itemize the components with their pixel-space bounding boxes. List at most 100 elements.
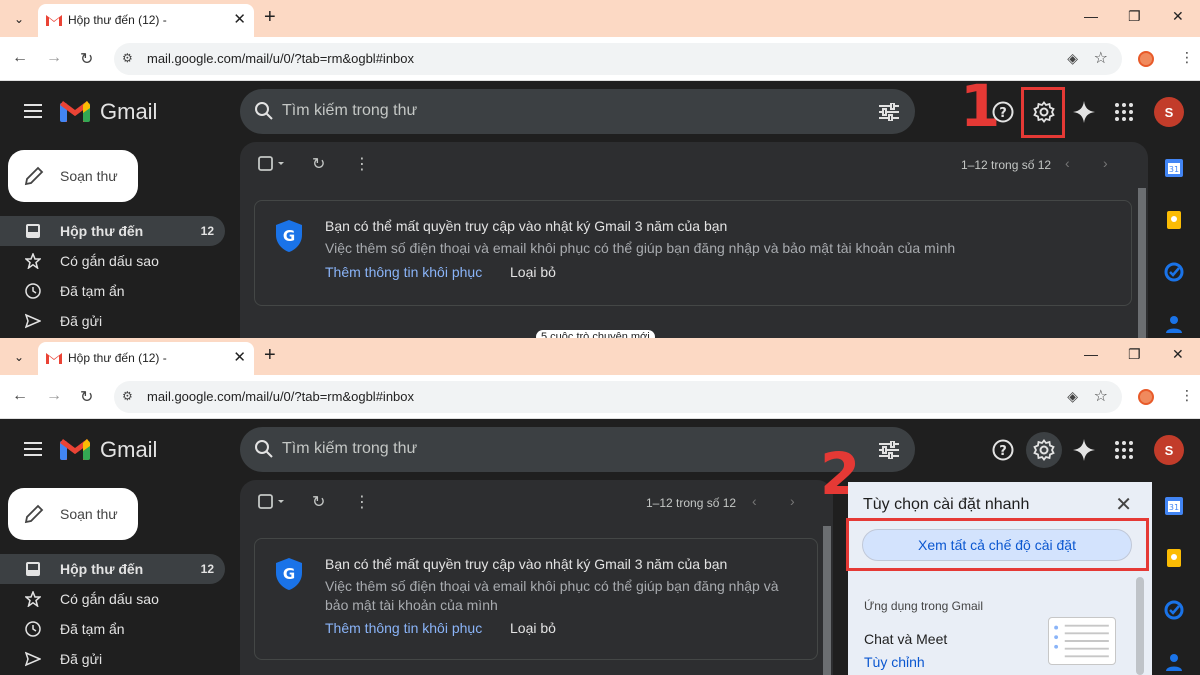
sidebar-item-inbox[interactable]: Hộp thư đến 12 — [0, 216, 225, 246]
apps-grid-icon[interactable] — [1113, 439, 1135, 461]
search-icon[interactable] — [254, 101, 274, 121]
scrollbar[interactable] — [1138, 188, 1146, 338]
apps-section-heading: Ứng dụng trong Gmail — [864, 599, 983, 613]
sidebar-item-sent[interactable]: Đã gửi — [0, 306, 225, 336]
calendar-icon[interactable]: 31 — [1164, 158, 1184, 178]
back-icon[interactable]: ← — [12, 387, 28, 405]
select-all-checkbox[interactable] — [258, 494, 288, 510]
notice-title: Bạn có thể mất quyền truy cập vào nhật k… — [325, 556, 728, 572]
contacts-icon[interactable] — [1164, 652, 1184, 672]
maximize-icon[interactable]: ❐ — [1128, 346, 1141, 363]
close-icon[interactable]: ✕ — [1115, 492, 1132, 517]
sidebar-item-inbox[interactable]: Hộp thư đến 12 — [0, 554, 225, 584]
sidebar-item-label: Có gắn dấu sao — [60, 591, 159, 607]
keep-icon[interactable] — [1164, 548, 1184, 568]
search-bar[interactable]: Tìm kiếm trong thư — [240, 89, 915, 134]
search-options-icon[interactable] — [879, 103, 899, 121]
site-info-icon[interactable]: ⚙ — [122, 51, 133, 65]
sidebar-item-snoozed[interactable]: Đã tạm ẩn — [0, 276, 225, 306]
bookmark-star-icon[interactable]: ☆ — [1094, 48, 1108, 68]
browser-menu-icon[interactable]: ⋮ — [1180, 49, 1194, 66]
add-recovery-info-link[interactable]: Thêm thông tin khôi phục — [325, 620, 482, 636]
help-icon[interactable]: ? — [992, 439, 1014, 461]
sidebar-item-label: Có gắn dấu sao — [60, 253, 159, 269]
sidebar-item-label: Đã gửi — [60, 651, 103, 667]
help-icon[interactable]: ? — [992, 101, 1014, 123]
more-options-icon[interactable]: ⋮ — [354, 154, 370, 174]
browser-tab[interactable]: Hộp thư đến (12) - ✕ — [38, 342, 254, 375]
lens-icon[interactable]: ◈ — [1067, 50, 1078, 67]
dismiss-button[interactable]: Loại bỏ — [510, 620, 556, 636]
recovery-notice-card: G Bạn có thể mất quyền truy cập vào nhật… — [254, 200, 1132, 306]
notice-title: Bạn có thể mất quyền truy cập vào nhật k… — [325, 218, 728, 234]
sidebar-item-sent[interactable]: Đã gửi — [0, 644, 225, 674]
window-close-icon[interactable]: ✕ — [1172, 346, 1184, 363]
add-recovery-info-link[interactable]: Thêm thông tin khôi phục — [325, 264, 482, 280]
keep-icon[interactable] — [1164, 210, 1184, 230]
dismiss-button[interactable]: Loại bỏ — [510, 264, 556, 280]
account-avatar[interactable]: S — [1154, 97, 1184, 127]
gemini-sparkle-icon[interactable] — [1073, 101, 1095, 123]
omnibox[interactable]: ⚙ mail.google.com/mail/u/0/?tab=rm&ogbl#… — [114, 381, 1122, 413]
customize-link[interactable]: Tùy chỉnh — [864, 654, 925, 670]
search-bar[interactable]: Tìm kiếm trong thư — [240, 427, 915, 472]
refresh-icon[interactable]: ↻ — [312, 492, 325, 512]
svg-text:?: ? — [999, 106, 1007, 121]
tab-search-icon[interactable]: ⌄ — [8, 8, 30, 30]
compose-button[interactable]: Soạn thư — [8, 150, 138, 202]
next-page-icon[interactable]: › — [790, 493, 795, 509]
extension-icon[interactable] — [1138, 51, 1154, 67]
tab-close-icon[interactable]: ✕ — [233, 10, 246, 28]
browser-tab[interactable]: Hộp thư đến (12) - ✕ — [38, 4, 254, 37]
window-close-icon[interactable]: ✕ — [1172, 8, 1184, 25]
tasks-icon[interactable] — [1164, 262, 1184, 282]
back-icon[interactable]: ← — [12, 49, 28, 67]
browser-menu-icon[interactable]: ⋮ — [1180, 387, 1194, 404]
reload-icon[interactable]: ↻ — [80, 387, 93, 407]
scrollbar[interactable] — [823, 526, 831, 675]
tab-title: Hộp thư đến (12) - — [68, 351, 167, 365]
prev-page-icon[interactable]: ‹ — [1065, 155, 1070, 171]
minimize-icon[interactable]: — — [1084, 346, 1098, 362]
search-options-icon[interactable] — [879, 441, 899, 459]
panel-scrollbar[interactable] — [1136, 577, 1144, 675]
extension-icon[interactable] — [1138, 389, 1154, 405]
new-tab-button[interactable]: + — [264, 6, 276, 29]
prev-page-icon[interactable]: ‹ — [752, 493, 757, 509]
search-icon[interactable] — [254, 439, 274, 459]
settings-gear-icon[interactable] — [1033, 439, 1055, 461]
gmail-logo-text: Gmail — [100, 437, 158, 462]
gemini-sparkle-icon[interactable] — [1073, 439, 1095, 461]
url-text: mail.google.com/mail/u/0/?tab=rm&ogbl#in… — [147, 51, 415, 66]
omnibox[interactable]: ⚙ mail.google.com/mail/u/0/?tab=rm&ogbl#… — [114, 43, 1122, 75]
reload-icon[interactable]: ↻ — [80, 49, 93, 69]
maximize-icon[interactable]: ❐ — [1128, 8, 1141, 25]
tasks-icon[interactable] — [1164, 600, 1184, 620]
compose-label: Soạn thư — [60, 506, 118, 522]
minimize-icon[interactable]: — — [1084, 8, 1098, 24]
select-all-checkbox[interactable] — [258, 156, 288, 172]
main-menu-icon[interactable] — [24, 442, 42, 456]
main-menu-icon[interactable] — [24, 104, 42, 118]
account-avatar[interactable]: S — [1154, 435, 1184, 465]
new-tab-button[interactable]: + — [264, 344, 276, 367]
sidebar-item-starred[interactable]: Có gắn dấu sao — [0, 584, 225, 614]
url-text: mail.google.com/mail/u/0/?tab=rm&ogbl#in… — [147, 389, 415, 404]
svg-text:31: 31 — [1169, 503, 1179, 512]
forward-icon[interactable]: → — [46, 49, 62, 67]
forward-icon[interactable]: → — [46, 387, 62, 405]
refresh-icon[interactable]: ↻ — [312, 154, 325, 174]
sidebar-item-snoozed[interactable]: Đã tạm ẩn — [0, 614, 225, 644]
contacts-icon[interactable] — [1164, 314, 1184, 334]
more-options-icon[interactable]: ⋮ — [354, 492, 370, 512]
compose-button[interactable]: Soạn thư — [8, 488, 138, 540]
site-info-icon[interactable]: ⚙ — [122, 389, 133, 403]
tab-close-icon[interactable]: ✕ — [233, 348, 246, 366]
tab-search-icon[interactable]: ⌄ — [8, 346, 30, 368]
next-page-icon[interactable]: › — [1103, 155, 1108, 171]
apps-grid-icon[interactable] — [1113, 101, 1135, 123]
calendar-icon[interactable]: 31 — [1164, 496, 1184, 516]
lens-icon[interactable]: ◈ — [1067, 388, 1078, 405]
bookmark-star-icon[interactable]: ☆ — [1094, 386, 1108, 406]
sidebar-item-starred[interactable]: Có gắn dấu sao — [0, 246, 225, 276]
